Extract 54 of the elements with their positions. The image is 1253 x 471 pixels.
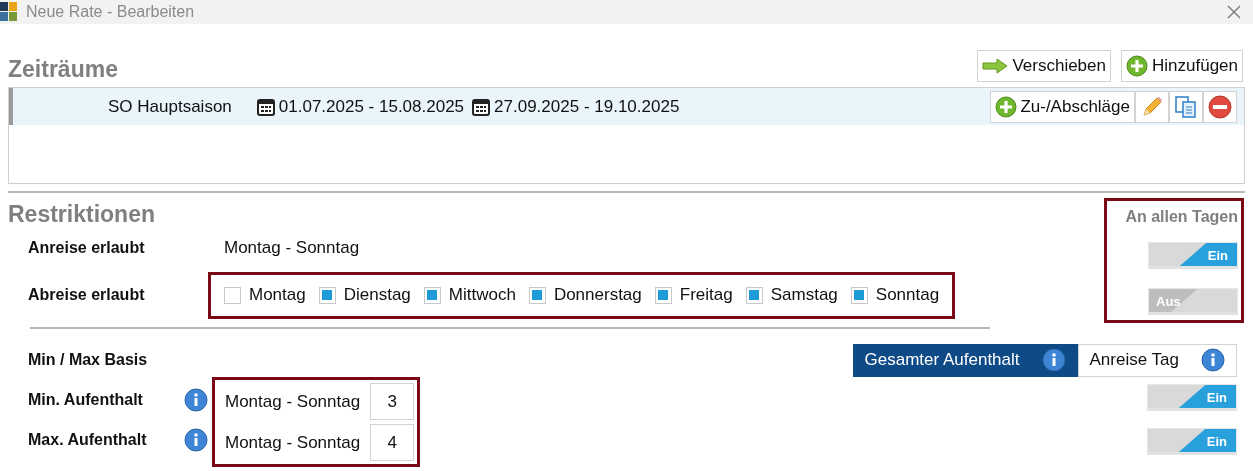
segment-tab[interactable]: Gesamter Aufenthalt bbox=[852, 343, 1078, 377]
column-heading: An allen Tagen bbox=[1125, 207, 1238, 227]
checkbox[interactable] bbox=[654, 286, 672, 304]
field-label: Min / Max Basis bbox=[28, 350, 148, 370]
checkbox-label: Donnerstag bbox=[553, 284, 642, 307]
info-icon bbox=[184, 428, 208, 452]
number-field[interactable]: 4 bbox=[370, 424, 415, 461]
field-label: Max. Aufenthalt bbox=[28, 430, 147, 450]
copy-button[interactable] bbox=[1169, 90, 1203, 123]
app-logo-icon bbox=[0, 2, 18, 22]
plus-icon bbox=[1126, 55, 1148, 77]
remove-button[interactable] bbox=[1203, 90, 1237, 123]
field-value: Montag - Sonntag bbox=[225, 390, 361, 413]
pencil-icon bbox=[1140, 94, 1164, 119]
checkbox[interactable] bbox=[318, 286, 336, 304]
copy-icon bbox=[1174, 94, 1198, 119]
calendar-icon bbox=[472, 97, 491, 116]
arrow-icon bbox=[982, 58, 1009, 74]
checkbox-label: Dienstag bbox=[343, 284, 411, 307]
checkbox-label: Montag bbox=[249, 284, 306, 307]
number-field[interactable]: 3 bbox=[370, 383, 415, 420]
close-icon[interactable] bbox=[1227, 5, 1241, 19]
info-icon bbox=[184, 388, 208, 412]
field-label: Anreise erlaubt bbox=[28, 238, 146, 258]
checkbox-label: Samstag bbox=[770, 284, 838, 307]
checkbox[interactable] bbox=[423, 286, 441, 304]
toolbar-button[interactable]: Hinzufügen bbox=[1121, 50, 1243, 82]
segment-tab[interactable]: Anreise Tag bbox=[1077, 343, 1237, 377]
toolbar-button[interactable]: Verschieben bbox=[977, 50, 1111, 82]
field-label: Min. Aufenthalt bbox=[28, 390, 143, 410]
period-name: SO Hauptsaison bbox=[108, 95, 232, 118]
date-range: 01.07.2025 - 15.08.2025 bbox=[278, 95, 465, 118]
checkbox-label: Mittwoch bbox=[448, 284, 516, 307]
remove-icon bbox=[1208, 94, 1232, 119]
checkbox-label: Sonntag bbox=[875, 284, 940, 307]
checkbox[interactable] bbox=[528, 286, 546, 304]
checkbox[interactable] bbox=[850, 286, 868, 304]
calendar-icon bbox=[256, 97, 275, 116]
field-value: Montag - Sonntag bbox=[225, 431, 361, 454]
checkbox[interactable] bbox=[224, 286, 241, 304]
row-action-button[interactable]: Zu-/Abschläge bbox=[990, 90, 1135, 123]
checkbox-label: Freitag bbox=[679, 284, 733, 307]
window-title: Neue Rate - Bearbeiten bbox=[26, 2, 195, 22]
period-row[interactable]: SO Hauptsaison 01.07.2025 - 15.08.2025 27.09.2025 - 19.10.2025 Zu-/Abschläge bbox=[9, 88, 1244, 125]
checkbox[interactable] bbox=[745, 286, 763, 304]
field-label: Abreise erlaubt bbox=[28, 285, 146, 305]
info-icon bbox=[1201, 348, 1225, 372]
plus-icon bbox=[995, 95, 1018, 118]
date-range: 27.09.2025 - 19.10.2025 bbox=[494, 95, 680, 118]
field-value: Montag - Sonntag bbox=[224, 237, 360, 260]
section-heading: Restriktionen bbox=[8, 203, 156, 229]
section-heading: Zeiträume bbox=[8, 58, 118, 82]
info-icon bbox=[1041, 348, 1066, 372]
edit-button[interactable] bbox=[1135, 90, 1169, 123]
